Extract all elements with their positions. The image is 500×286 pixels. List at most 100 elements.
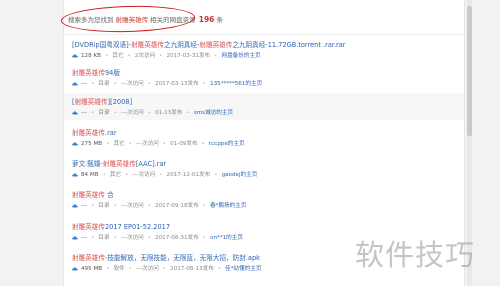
meta-separator: • — [147, 235, 152, 241]
uploader-link[interactable]: tccppe的主页 — [209, 141, 245, 147]
uploader-link[interactable]: gaodej的主页 — [222, 172, 258, 178]
result-title-link[interactable]: 射雕英雄传.rar — [72, 127, 117, 137]
title-text: ][2008] — [107, 98, 133, 106]
visit-count: ---次访问 — [120, 203, 144, 209]
baidu-cloud-icon — [72, 81, 78, 85]
publish-date: 2017-03-13发布 — [155, 81, 199, 87]
file-type: 其它 — [109, 172, 122, 178]
meta-separator: • — [125, 172, 129, 178]
result-item: 射雕英雄传94版 --- • 目录 • ---次访问 • 2017-03-13发布 • 135**… — [64, 64, 464, 91]
file-type: 其它 — [113, 141, 125, 147]
meta-separator: • — [202, 81, 207, 87]
meta-separator: • — [128, 141, 132, 147]
uploader-link[interactable]: on**1的主页 — [210, 235, 243, 241]
title-text: 之九阴真经-11.72GB.torrent .rar.rar — [232, 41, 346, 49]
visit-count: ---次访问 — [120, 81, 144, 87]
meta-separator: • — [91, 81, 95, 87]
title-keyword: 射雕英雄传 — [74, 98, 108, 106]
result-meta: 275 MB • 其它 • ---次访问 • 01-09发布 • tccppe的主页 — [72, 139, 245, 147]
baidu-cloud-icon — [72, 53, 78, 57]
meta-separator: • — [162, 266, 167, 272]
title-text: 萝文.甄嬛- — [72, 160, 103, 168]
result-meta: --- • 目录 • ---次访问 • 2017-03-13发布 • 135*****561的主… — [72, 79, 262, 87]
result-item: 射雕英雄传.rar 275 MB • 其它 • ---次访问 • 01-09发布 • tccppe… — [64, 124, 464, 151]
meta-separator: • — [217, 266, 222, 272]
file-size: --- — [81, 81, 88, 87]
publish-date: 01-09发布 — [170, 141, 198, 147]
uploader-link[interactable]: 135*****561的主页 — [210, 81, 262, 87]
meta-separator: • — [91, 203, 95, 209]
meta-separator: • — [147, 203, 152, 209]
uploader-link[interactable]: sms城访的主页 — [194, 110, 233, 116]
visit-count: ---次访问 — [120, 110, 144, 116]
title-text: 之九阴真经- — [164, 41, 200, 49]
result-meta: --- • 目录 • ---次访问 • 2017-08-31发布 • on**1的主页 — [72, 233, 243, 241]
meta-separator: • — [113, 110, 117, 116]
result-meta: --- • 目录 • ---次访问 • 01-13发布 • sms城访的主页 — [72, 108, 233, 116]
file-size: --- — [81, 110, 88, 116]
title-text: [DVDRip国粤双语]- — [72, 41, 132, 49]
meta-separator: • — [128, 266, 132, 272]
title-text: -技能解放，无限技能，无限蓝，无限大招，防封.apk — [104, 254, 260, 262]
title-keyword: 射雕英雄传 — [131, 41, 165, 49]
result-item: 萝文.甄嬛-射雕英雄传[AAC].rar 84 MB • 其它 • ---次访问 • 2017… — [64, 155, 464, 182]
file-size: --- — [81, 235, 88, 241]
file-type: 软件 — [113, 266, 125, 272]
scrollbar-thumb[interactable] — [467, 6, 472, 136]
file-type: 其它 — [112, 53, 124, 59]
title-keyword: 射雕英雄传 — [102, 160, 136, 168]
result-item: [DVDRip国粤双语]-射雕英雄传之九阴真经-射雕英雄传之九阴真经-11.72… — [64, 36, 464, 63]
uploader-link[interactable]: 春*鹏扬的主页 — [210, 203, 246, 209]
title-text: 94版 — [104, 69, 120, 77]
title-keyword: 射雕英雄传 — [72, 191, 105, 199]
meta-separator: • — [147, 81, 152, 87]
title-keyword: 射雕英雄传 — [199, 41, 233, 49]
baidu-cloud-icon — [72, 266, 78, 270]
result-title-link[interactable]: 射雕英雄传94版 — [72, 67, 120, 77]
file-size: --- — [81, 203, 88, 209]
baidu-cloud-icon — [72, 172, 78, 176]
meta-separator: • — [202, 203, 207, 209]
uploader-link[interactable]: 网盘备份的主页 — [221, 53, 260, 59]
title-keyword: 射雕英雄传 — [72, 254, 105, 262]
baidu-cloud-icon — [72, 110, 78, 114]
result-meta: 84 MB • 其它 • ---次访问 • 2017-12-01发布 • gaodej的主页 — [72, 170, 257, 178]
publish-date: 2017-12-01发布 — [166, 172, 211, 178]
publish-date: 2017-08-31发布 — [155, 235, 199, 241]
result-title-link[interactable]: [DVDRip国粤双语]-射雕英雄传之九阴真经-射雕英雄传之九阴真经-11.72… — [72, 39, 346, 49]
file-size: 84 MB — [81, 172, 99, 178]
meta-separator: • — [91, 235, 95, 241]
meta-separator: • — [127, 53, 131, 59]
baidu-cloud-icon — [72, 203, 78, 207]
meta-separator: • — [159, 53, 163, 59]
meta-separator: • — [113, 235, 117, 241]
result-title-link[interactable]: 射雕英雄传-技能解放，无限技能，无限蓝，无限大招，防封.apk — [72, 252, 260, 262]
visit-count: ---次访问 — [120, 235, 144, 241]
meta-separator: • — [91, 110, 95, 116]
title-keyword: 射雕英雄传 — [72, 129, 105, 137]
result-meta: 128 KB • 其它 • 2次访问 • 2017-03-31发布 • 网盘备份的主页 — [72, 51, 261, 59]
meta-separator: • — [104, 53, 109, 59]
meta-separator: • — [214, 53, 218, 59]
uploader-link[interactable]: 佳*幼懂的主页 — [225, 266, 261, 272]
visit-count: 2次访问 — [134, 53, 156, 59]
title-text: [AAC].rar — [135, 160, 167, 168]
result-title-link[interactable]: 射雕英雄传 合 — [72, 189, 114, 199]
file-type: 目录 — [98, 81, 110, 87]
result-title-link[interactable]: [射雕英雄传][2008] — [72, 96, 132, 106]
file-type: 目录 — [98, 110, 110, 116]
meta-separator: • — [113, 203, 117, 209]
result-title-link[interactable]: 萝文.甄嬛-射雕英雄传[AAC].rar — [72, 158, 166, 168]
result-title-link[interactable]: 射雕英雄传2017 EP01-52.2017 — [72, 221, 170, 231]
title-keyword: 射雕英雄传 — [72, 223, 105, 231]
meta-separator: • — [162, 141, 167, 147]
result-meta: --- • 目录 • ---次访问 • 2017-09-18发布 • 春*鹏扬的主页 — [72, 201, 246, 209]
meta-separator: • — [202, 235, 207, 241]
baidu-cloud-icon — [72, 141, 78, 145]
file-size: 275 MB — [81, 141, 103, 147]
summary-suffix: 条 — [216, 16, 223, 24]
file-size: 128 KB — [81, 53, 101, 59]
divider — [63, 34, 465, 35]
title-text: 2017 EP01-52.2017 — [104, 223, 171, 231]
result-meta: 495 MB • 软件 • ---次访问 • 2017-08-13发布 • 佳*幼懂的主页 — [72, 264, 262, 272]
